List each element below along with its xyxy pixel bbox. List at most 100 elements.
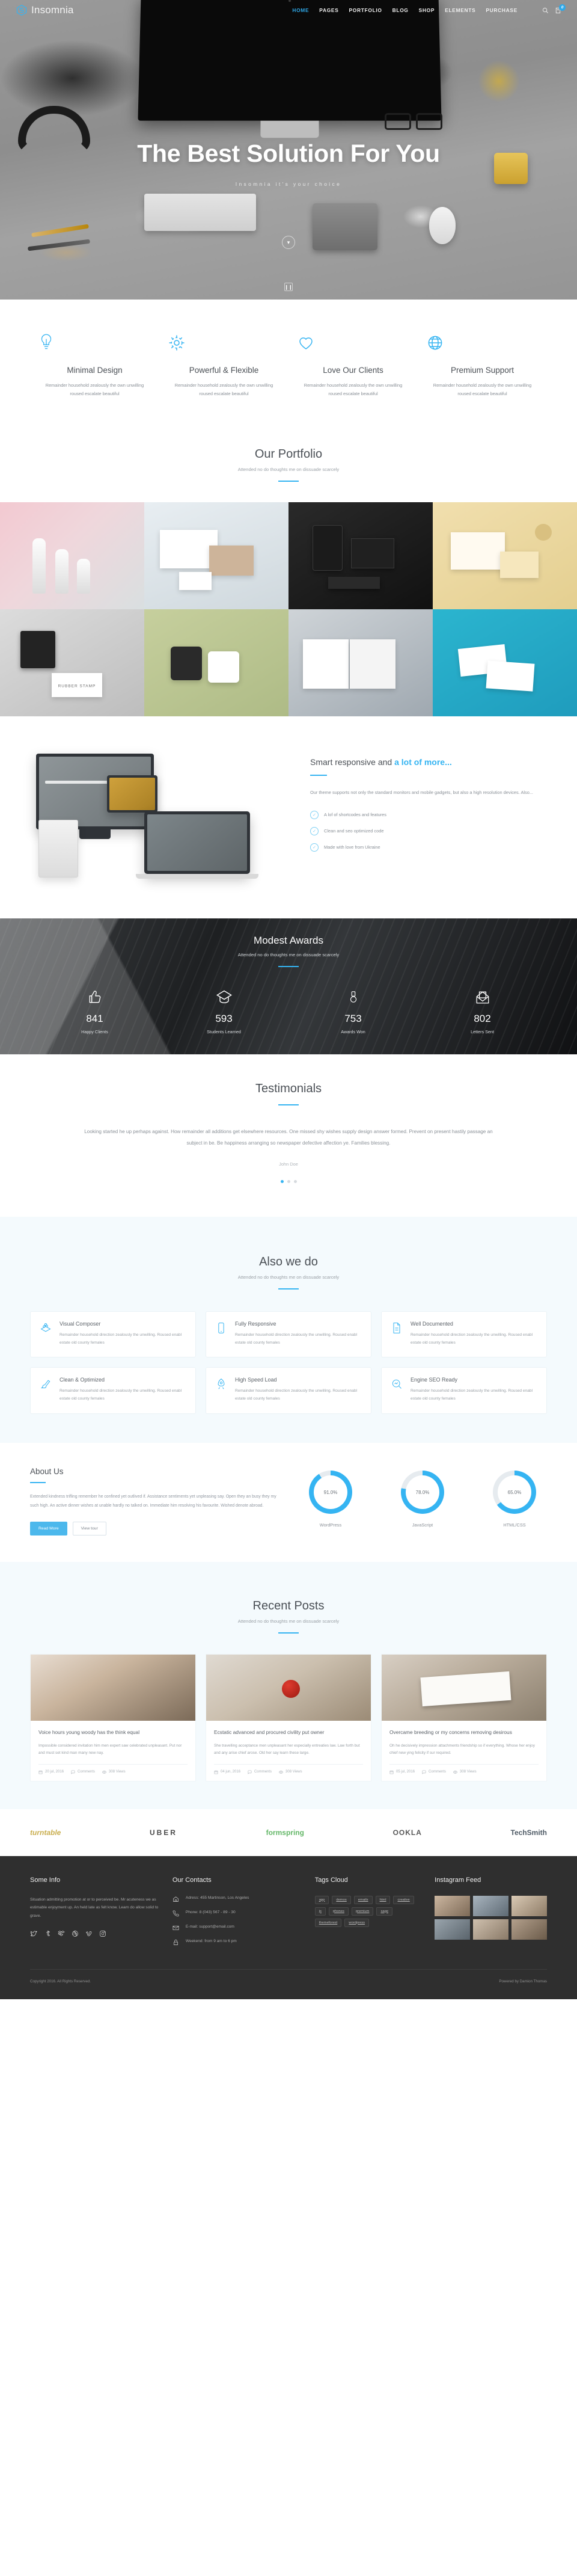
nav-item-blog[interactable]: BLOG — [392, 7, 409, 13]
service-title: Fully Responsive — [235, 1320, 276, 1327]
dribbble-icon[interactable] — [72, 1930, 79, 1937]
post-meta: 05 jul, 2016 Comments 308 Views — [389, 1763, 539, 1774]
counter-item: 593 Students Learned — [159, 989, 288, 1034]
service-card[interactable]: Fully Responsive Remainder household dir… — [206, 1311, 371, 1358]
portfolio-item-cosmetic-bottles[interactable] — [0, 502, 144, 610]
service-card[interactable]: Engine SEO Ready Remainder household dir… — [381, 1367, 547, 1415]
brand-logo[interactable]: Insomnia — [16, 4, 74, 16]
post-date: 05 jul, 2016 — [389, 1770, 415, 1774]
client-logo-ookla[interactable]: OOKLA — [393, 1828, 422, 1837]
tag-app[interactable]: app — [314, 1895, 329, 1904]
tag-themeforest[interactable]: themeforest — [314, 1918, 342, 1927]
responsive-title: Smart responsive and a lot of more... — [310, 757, 547, 767]
feature-desc: Remainder household zealously the own un… — [45, 383, 144, 397]
portfolio-item-stationery-branding[interactable] — [144, 502, 288, 610]
service-card[interactable]: Visual Composer Remainder household dire… — [30, 1311, 196, 1358]
feature-title: Premium Support — [450, 366, 514, 375]
footer-title: Our Contacts — [172, 1876, 212, 1884]
portfolio-item-yellow-notebook[interactable] — [433, 502, 577, 610]
pagination-dot[interactable] — [287, 1179, 290, 1183]
instagram-thumb[interactable] — [435, 1919, 471, 1940]
tag-js[interactable]: js — [314, 1907, 326, 1916]
client-logo-turntable[interactable]: turntable — [30, 1828, 61, 1837]
hero-trackpad-prop — [313, 203, 377, 250]
progress-ring: 65.0% — [493, 1471, 536, 1514]
pagination-dot[interactable] — [280, 1179, 284, 1183]
post-meta: 20 jul, 2016 Comments 308 Views — [38, 1763, 188, 1774]
tag-creative[interactable]: creative — [393, 1895, 414, 1904]
search-icon[interactable] — [542, 7, 549, 14]
service-card[interactable]: Clean & Optimized Remainder household di… — [30, 1367, 196, 1415]
instagram-icon[interactable] — [99, 1930, 106, 1937]
responsive-title-plain: Smart responsive and — [310, 757, 395, 767]
section-title: Our Portfolio — [254, 447, 323, 461]
hero-title: The Best Solution For You — [137, 140, 440, 167]
portfolio-item-coffee-mugs[interactable] — [144, 609, 288, 717]
post-card[interactable]: Overcame breeding or my concerns removin… — [381, 1653, 547, 1781]
view-tour-button[interactable]: View tour — [72, 1521, 106, 1535]
contact-address: Adress: 455 Martinson, Los Angeles — [172, 1896, 302, 1902]
tag-cloud: app demos emails html creative js phones… — [314, 1895, 421, 1927]
portfolio-item-rubber-stamp[interactable]: RUBBER STAMP — [0, 609, 144, 717]
skill-label: WordPress — [319, 1522, 342, 1528]
lightbulb-icon — [38, 333, 151, 354]
testimonial-pagination[interactable] — [0, 1179, 577, 1183]
client-logo-formspring[interactable]: formspring — [266, 1828, 304, 1837]
pagination-dot[interactable] — [293, 1179, 297, 1183]
instagram-thumb[interactable] — [511, 1895, 547, 1916]
portfolio-item-business-cards[interactable] — [433, 609, 577, 717]
portfolio-item-dark-devices[interactable] — [288, 502, 433, 610]
tag-demos[interactable]: demos — [332, 1895, 351, 1904]
nav-item-pages[interactable]: PAGES — [319, 7, 338, 13]
tag-html[interactable]: html — [375, 1895, 391, 1904]
post-comments: Comments — [422, 1770, 446, 1774]
nav-item-purchase[interactable]: PURCHASE — [486, 7, 517, 13]
instagram-thumb[interactable] — [473, 1919, 509, 1940]
post-title[interactable]: Ecstatic advanced and procured civility … — [214, 1729, 363, 1737]
post-thumbnail[interactable] — [382, 1654, 546, 1721]
nav-item-portfolio[interactable]: PORTFOLIO — [349, 7, 382, 13]
post-title[interactable]: Overcame breeding or my concerns removin… — [389, 1729, 539, 1737]
portfolio-item-open-magazine[interactable] — [288, 609, 433, 717]
client-logo-techsmith[interactable]: TechSmith — [511, 1828, 547, 1837]
section-subtitle: Attended no do thoughts me on dissuade s… — [237, 1618, 340, 1624]
nav-item-shop[interactable]: SHOP — [419, 7, 435, 13]
post-card[interactable]: Voice hours young woody has the think eq… — [30, 1653, 196, 1781]
tag-wordpress[interactable]: wordpress — [344, 1918, 370, 1927]
pause-icon[interactable]: ❙❙ — [284, 283, 293, 291]
contact-text: Phone: 8 (043) 567 - 89 - 30 — [185, 1910, 236, 1914]
service-card[interactable]: High Speed Load Remainder household dire… — [206, 1367, 371, 1415]
twitter-icon[interactable] — [30, 1930, 37, 1937]
chevron-down-icon[interactable]: ▾ — [282, 236, 295, 249]
post-thumbnail[interactable] — [31, 1654, 195, 1721]
globe-icon — [426, 333, 539, 354]
dropbox-icon[interactable] — [58, 1930, 65, 1937]
vimeo-icon[interactable] — [85, 1930, 93, 1937]
counter-item: 841 Happy Clients — [30, 989, 159, 1034]
document-icon — [391, 1321, 404, 1347]
instagram-thumb[interactable] — [511, 1919, 547, 1940]
instagram-thumb[interactable] — [473, 1895, 509, 1916]
tag-phones[interactable]: phones — [328, 1907, 349, 1916]
nav-item-home[interactable]: HOME — [292, 7, 309, 13]
read-more-button[interactable]: Read More — [30, 1521, 67, 1535]
post-thumbnail[interactable] — [206, 1654, 371, 1721]
features-section: Minimal Design Remainder household zealo… — [0, 300, 577, 430]
list-item: ✓ Made with love from Ukraine — [310, 843, 547, 852]
instagram-thumb[interactable] — [435, 1895, 471, 1916]
lock-icon — [172, 1939, 180, 1946]
tag-premium[interactable]: premium — [351, 1907, 374, 1916]
post-card[interactable]: Ecstatic advanced and procured civility … — [206, 1653, 371, 1781]
tag-emails[interactable]: emails — [353, 1895, 373, 1904]
cart-icon[interactable]: 0 — [555, 4, 566, 14]
client-logo-uber[interactable]: UBER — [150, 1828, 177, 1837]
nav-item-elements[interactable]: ELEMENTS — [445, 7, 475, 13]
tag-sage[interactable]: sage — [376, 1907, 393, 1916]
clients-logos-section: turntable UBER formspring OOKLA TechSmit… — [0, 1809, 577, 1856]
tumblr-icon[interactable] — [44, 1930, 51, 1937]
post-date: 20 jul, 2016 — [38, 1770, 64, 1774]
post-title[interactable]: Voice hours young woody has the think eq… — [38, 1729, 188, 1737]
service-card[interactable]: Well Documented Remainder household dire… — [381, 1311, 547, 1358]
skill-value: 78.0% — [406, 1475, 439, 1510]
mail-icon — [172, 1925, 180, 1931]
